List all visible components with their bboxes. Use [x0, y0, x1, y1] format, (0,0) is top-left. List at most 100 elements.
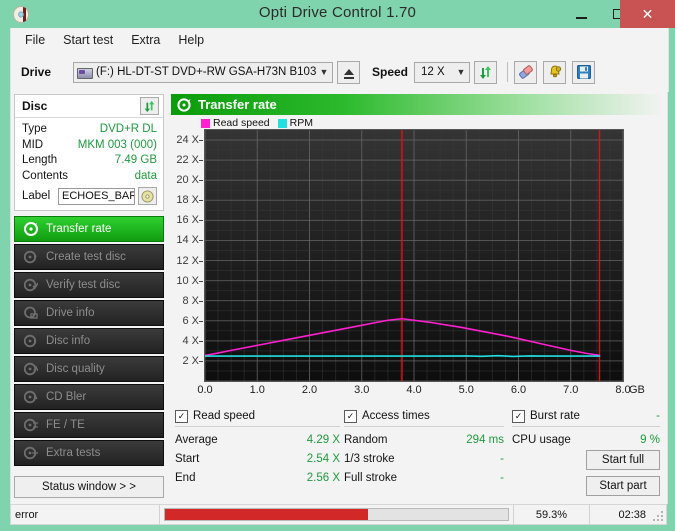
title-bar: Opti Drive Control 1.70 ✕ — [0, 0, 675, 28]
legend-label-rpm: RPM — [289, 117, 313, 129]
access-times-checkbox[interactable]: ✓ — [344, 409, 357, 423]
menu-item-extra[interactable]: Extra — [122, 30, 169, 50]
stat-value: 4.29 X — [306, 434, 340, 446]
stat-key: CPU usage — [512, 434, 571, 446]
drive-label: Drive — [21, 65, 52, 79]
save-button[interactable] — [572, 60, 595, 84]
x-tick-label: 6.0 — [510, 384, 527, 396]
close-button[interactable]: ✕ — [620, 0, 675, 28]
y-tick-label: 14 X — [176, 234, 199, 247]
y-tick-mark — [199, 160, 203, 162]
legend-swatch-read-speed — [201, 118, 210, 128]
menu-item-file[interactable]: File — [16, 30, 54, 50]
disc-test-icon — [21, 222, 41, 236]
start-full-button[interactable]: Start full — [586, 450, 660, 470]
burst-rate-value: - — [656, 410, 660, 422]
read-speed-title: Read speed — [193, 410, 256, 422]
stats-access-times: ✓ Access times Random 294 ms 1/3 stroke … — [344, 408, 504, 484]
burst-rate-title: Burst rate — [530, 410, 580, 422]
disc-refresh-button[interactable] — [140, 97, 159, 115]
menu-item-help[interactable]: Help — [169, 30, 213, 50]
y-tick-mark — [199, 300, 203, 302]
sidebar-item-label: Verify test disc — [46, 279, 121, 291]
drive-icon — [77, 66, 93, 79]
bell-icon — [549, 65, 561, 78]
read-speed-checkbox[interactable]: ✓ — [175, 409, 188, 423]
progress-percent: 59.3% — [535, 508, 568, 521]
check-icon: ✓ — [177, 410, 186, 421]
sidebar-item-create-test-disc[interactable]: Create test disc — [14, 244, 164, 270]
status-message: error — [15, 508, 39, 521]
stat-key: Full stroke — [344, 472, 398, 484]
sidebar-item-transfer-rate[interactable]: Transfer rate — [14, 216, 164, 242]
disc-label-button[interactable] — [138, 187, 157, 205]
stat-row-full-stroke: Full stroke - — [344, 472, 504, 484]
eject-icon — [343, 69, 354, 79]
minimize-button[interactable] — [563, 0, 600, 28]
y-tick-label: 6 X — [182, 314, 199, 327]
sidebar-item-label: FE / TE — [46, 419, 85, 431]
x-tick-label: 5.0 — [458, 384, 474, 396]
save-icon — [576, 65, 591, 79]
disc-panel-title: Disc — [22, 99, 48, 113]
menu-item-start-test[interactable]: Start test — [54, 30, 122, 50]
settings-button[interactable] — [543, 60, 566, 84]
minimize-icon — [576, 16, 587, 19]
speed-select-value: 12 X — [421, 66, 445, 78]
disc-quality-icon — [21, 362, 41, 376]
stat-row-start: Start 2.54 X — [175, 453, 340, 465]
toolbar-divider — [507, 62, 508, 82]
x-axis-labels: 0.0 1.0 2.0 3.0 4.0 5.0 6.0 7.0 8.0 — [171, 384, 663, 400]
resize-grip[interactable] — [653, 511, 663, 521]
sidebar-item-drive-info[interactable]: Drive info — [14, 300, 164, 326]
sidebar-item-label: Create test disc — [46, 251, 126, 263]
y-axis-labels: 2 X 4 X 6 X 8 X 10 X 12 X 14 X 16 X 18 X 20 X 22 X… — [171, 129, 203, 382]
y-tick-label: 2 X — [182, 354, 199, 367]
burst-rate-checkbox[interactable]: ✓ — [512, 409, 525, 423]
y-tick-mark — [199, 340, 203, 342]
disc-row-key: Type — [22, 123, 47, 135]
disc-create-icon — [21, 250, 41, 264]
y-tick-label: 18 X — [176, 194, 199, 207]
y-tick-mark — [199, 320, 203, 322]
disc-label-row: Label ECHOES_BARE — [22, 187, 157, 205]
y-tick-label: 16 X — [176, 214, 199, 227]
stat-value: 294 ms — [466, 434, 504, 446]
y-tick-mark — [199, 260, 203, 262]
y-tick-label: 8 X — [182, 294, 199, 307]
sidebar-item-verify-test-disc[interactable]: Verify test disc — [14, 272, 164, 298]
status-window-button[interactable]: Status window > > — [14, 476, 164, 498]
refresh-drive-button[interactable] — [474, 60, 497, 84]
sidebar-item-extra-tests[interactable]: Extra tests — [14, 440, 164, 466]
stat-row-cpu-usage: CPU usage 9 % — [512, 434, 660, 446]
sidebar-item-disc-info[interactable]: Disc info — [14, 328, 164, 354]
sidebar-item-cd-bler[interactable]: CD Bler — [14, 384, 164, 410]
disc-info-icon — [21, 334, 41, 348]
progress-bar — [164, 508, 509, 521]
disc-label-field[interactable]: ECHOES_BARE — [58, 187, 135, 205]
drive-select[interactable]: (F:) HL-DT-ST DVD+-RW GSA-H73N B103 ▼ — [73, 61, 333, 83]
disc-row-contents: Contents data — [22, 169, 157, 185]
chart-panel-header: Transfer rate — [171, 94, 663, 115]
sidebar-item-label: CD Bler — [46, 391, 87, 403]
stats-panel: ✓ Read speed Average 4.29 X Start 2.54 X… — [172, 408, 662, 500]
stat-row-average: Average 4.29 X — [175, 434, 340, 446]
disc-row-value: MKM 003 (000) — [77, 138, 157, 151]
eject-button[interactable] — [337, 60, 360, 84]
start-part-button[interactable]: Start part — [586, 476, 660, 496]
disc-row-type: Type DVD+R DL — [22, 122, 157, 138]
sidebar-nav: Transfer rate Create test disc Verify te… — [14, 216, 164, 468]
chart-plot[interactable] — [204, 129, 624, 382]
stat-row-third-stroke: 1/3 stroke - — [344, 453, 504, 465]
stats-burst-rate: ✓ Burst rate - CPU usage 9 % Start full … — [512, 408, 660, 496]
speed-select[interactable]: 12 X ▼ — [414, 61, 470, 83]
stat-row-random: Random 294 ms — [344, 434, 504, 446]
y-tick-label: 12 X — [176, 254, 199, 267]
disc-row-key: MID — [22, 138, 44, 151]
disc-info-panel: Disc Type DVD+R DL MID MKM 003 (000) Len… — [14, 94, 164, 211]
disc-row-length: Length 7.49 GB — [22, 153, 157, 169]
sidebar-item-disc-quality[interactable]: Disc quality — [14, 356, 164, 382]
erase-button[interactable] — [514, 60, 537, 84]
eraser-icon — [518, 65, 533, 79]
sidebar-item-fe-te[interactable]: FE / TE — [14, 412, 164, 438]
